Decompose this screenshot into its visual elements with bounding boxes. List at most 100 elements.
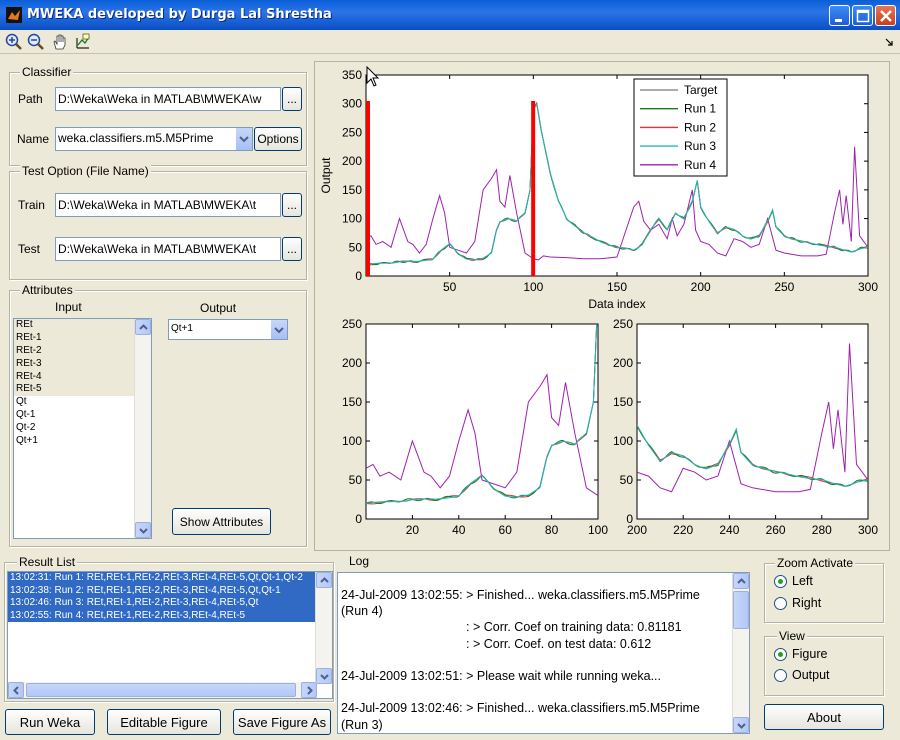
scroll-down-button[interactable] <box>316 668 332 684</box>
y-tick-label: 150 <box>342 395 362 409</box>
log-lines: 24-Jul-2009 13:02:55: > Finished... weka… <box>341 587 700 733</box>
log-line: 24-Jul-2009 13:02:55: > Finished... weka… <box>341 588 700 602</box>
log-line: : > Corr. Coef on training data: 0.81181 <box>341 620 682 635</box>
y-tick-label: 100 <box>613 434 633 448</box>
log-line: 24-Jul-2009 13:02:46: > Finished... weka… <box>341 701 700 716</box>
zoom-left-label: Left <box>792 574 813 588</box>
save-figure-as-button[interactable]: Save Figure As <box>233 709 331 735</box>
x-tick-label: 150 <box>607 280 627 294</box>
y-tick-label: 200 <box>613 356 633 370</box>
x-tick-label: 100 <box>588 523 608 537</box>
legend-entry: Target <box>684 83 718 97</box>
result-list-vscrollbar[interactable] <box>315 572 332 684</box>
figure-canvas[interactable]: 05010015020025030035050 100 150 200 250 300Da… <box>0 0 900 560</box>
zoom-marker[interactable] <box>366 101 370 276</box>
view-panel: View Figure Output <box>764 629 884 696</box>
chevron-down-icon <box>737 723 746 729</box>
x-tick-label: 20 <box>406 523 420 537</box>
result-list[interactable]: 13:02:31: Run 1: REt,REt-1,REt-2,REt-3,R… <box>7 571 333 699</box>
y-axis-label: Output <box>319 157 333 194</box>
view-legend: View <box>777 629 807 643</box>
run-weka-button[interactable]: Run Weka <box>5 709 95 735</box>
result-list-hscrollbar[interactable] <box>8 682 317 698</box>
plot-area[interactable] <box>636 323 869 520</box>
x-tick-label: 250 <box>774 280 794 294</box>
radio-unselected-icon <box>774 668 787 682</box>
chart-0[interactable]: 0 50 100 150 200 250 300 350 50 100 150 200 250 300 Da… <box>319 68 878 311</box>
y-tick-label: 50 <box>349 240 363 254</box>
x-tick-label: 40 <box>452 523 466 537</box>
scroll-down-button[interactable] <box>733 717 749 733</box>
list-item[interactable]: 13:02:38: Run 2: REt,REt-1,REt-2,REt-3,R… <box>8 584 317 597</box>
y-tick-label: 150 <box>613 395 633 409</box>
x-tick-label: 200 <box>627 523 647 537</box>
x-tick-label: 220 <box>673 523 693 537</box>
chart-1[interactable]: 0 50 100 150 200 250 20 40 60 80 100 <box>342 292 608 537</box>
log-line: (Run 4) <box>341 604 383 619</box>
y-tick-label: 50 <box>349 473 363 487</box>
radio-selected-icon <box>774 647 787 661</box>
x-tick-label: 60 <box>499 523 513 537</box>
scroll-right-button[interactable] <box>301 682 317 698</box>
log-line: (Run 3) <box>341 717 383 732</box>
y-tick-label: 200 <box>342 154 362 168</box>
scroll-left-button[interactable] <box>8 682 24 698</box>
legend-entry: Run 4 <box>684 158 716 172</box>
mouse-pointer-icon <box>366 66 380 87</box>
result-list-panel: Result List 13:02:31: Run 1: REt,REt-1,R… <box>4 555 334 702</box>
hscroll-thumb[interactable] <box>26 683 296 697</box>
y-tick-label: 350 <box>342 68 362 82</box>
zoom-left-radio[interactable]: Left <box>774 574 813 588</box>
editable-figure-button[interactable]: Editable Figure <box>107 709 221 735</box>
zoom-marker[interactable] <box>531 101 536 276</box>
y-tick-label: 50 <box>620 473 634 487</box>
zoom-right-radio[interactable]: Right <box>774 596 821 610</box>
list-item[interactable]: 13:02:31: Run 1: REt,REt-1,REt-2,REt-3,R… <box>8 572 317 585</box>
about-button[interactable]: About <box>764 704 884 730</box>
radio-selected-icon <box>774 574 787 588</box>
y-tick-label: 250 <box>342 317 362 331</box>
y-tick-label: 300 <box>342 97 362 111</box>
y-tick-label: 0 <box>355 512 362 526</box>
result-rows: 13:02:31: Run 1: REt,REt-1,REt-2,REt-3,R… <box>8 572 317 622</box>
log-panel: Log 24-Jul-2009 13:02:55: > Finished... … <box>337 554 757 736</box>
y-tick-label: 150 <box>342 183 362 197</box>
view-output-radio[interactable]: Output <box>774 668 830 682</box>
x-tick-label: 200 <box>691 280 711 294</box>
log-scroll-thumb[interactable] <box>733 591 749 629</box>
y-tick-label: 200 <box>342 356 362 370</box>
x-tick-label: 260 <box>766 523 786 537</box>
view-figure-radio[interactable]: Figure <box>774 647 827 661</box>
view-figure-label: Figure <box>792 647 828 661</box>
x-tick-label: 300 <box>858 523 878 537</box>
view-output-label: Output <box>792 668 830 682</box>
y-tick-label: 100 <box>342 434 362 448</box>
x-tick-label: 280 <box>812 523 832 537</box>
y-tick-label: 0 <box>355 269 362 283</box>
x-tick-label: 50 <box>443 280 457 294</box>
y-tick-label: 100 <box>342 212 362 226</box>
x-tick-label: 80 <box>545 523 559 537</box>
y-tick-label: 250 <box>613 317 633 331</box>
x-tick-label: 100 <box>523 280 543 294</box>
chart-legend[interactable]: Target Run 1 Run 2 Run 3 Run 4 <box>633 78 728 177</box>
list-item[interactable]: 13:02:46: Run 3: REt,REt-1,REt-2,REt-3,R… <box>8 597 317 610</box>
log-textbox[interactable]: 24-Jul-2009 13:02:55: > Finished... weka… <box>337 572 750 734</box>
log-scrollbar[interactable] <box>732 573 749 733</box>
x-tick-label: 240 <box>719 523 739 537</box>
chevron-up-icon <box>320 577 329 583</box>
chevron-left-icon <box>13 686 19 695</box>
scroll-up-button[interactable] <box>733 573 749 589</box>
chart-2[interactable]: 050100150200250200 220 240 260 280 300 <box>613 317 878 537</box>
plot-area[interactable] <box>365 74 869 277</box>
x-axis-label: Data index <box>588 297 645 311</box>
result-list-legend: Result List <box>17 555 78 569</box>
scroll-up-button[interactable] <box>316 572 332 588</box>
plot-area[interactable] <box>365 323 599 520</box>
zoom-activate-panel: Zoom Activate Left Right <box>764 556 884 623</box>
y-tick-label: 250 <box>342 125 362 139</box>
list-item[interactable]: 13:02:55: Run 4: REt,REt-1,REt-2,REt-3,R… <box>8 609 317 622</box>
log-line: 24-Jul-2009 13:02:51: > Please wait whil… <box>341 669 661 684</box>
